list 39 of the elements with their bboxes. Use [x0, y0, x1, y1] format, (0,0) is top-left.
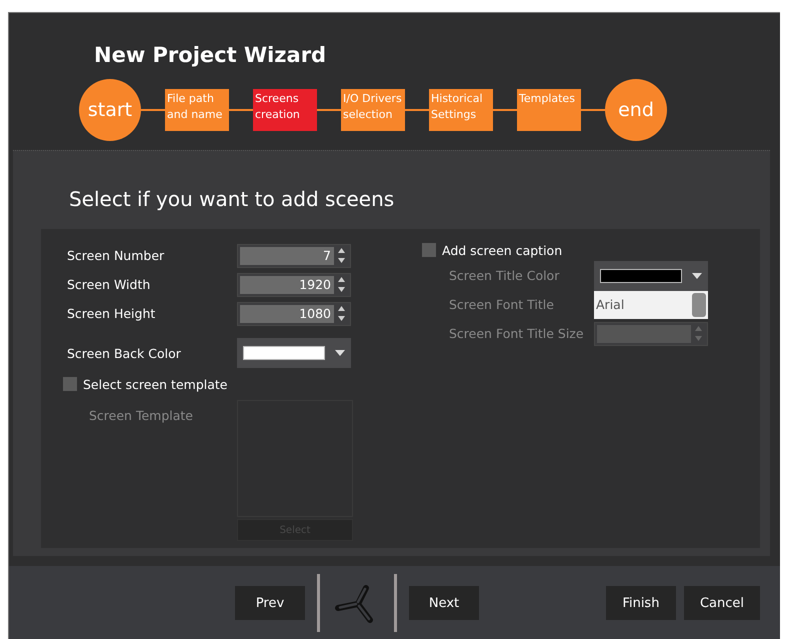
- number-spinner[interactable]: 1920: [237, 272, 351, 296]
- checkbox[interactable]: [422, 243, 436, 257]
- down-arrow-icon[interactable]: [338, 258, 344, 263]
- field-label: Screen Title Color: [449, 268, 560, 283]
- window-title: New Project Wizard: [94, 43, 328, 67]
- checkbox-label: Select screen template: [83, 376, 228, 392]
- nav-button[interactable]: Finish: [606, 586, 676, 620]
- up-arrow-icon[interactable]: [338, 248, 344, 253]
- color-dropdown[interactable]: [237, 338, 351, 368]
- wizard-step: Screens creation: [253, 89, 317, 131]
- dropdown-arrow-icon: [335, 350, 345, 356]
- up-arrow-icon[interactable]: [338, 306, 344, 311]
- field-label: Screen Number: [67, 248, 166, 263]
- nav-button[interactable]: Cancel: [684, 586, 760, 620]
- number-spinner[interactable]: 7: [237, 244, 351, 268]
- scroll-thumb[interactable]: [692, 292, 706, 316]
- color-dropdown[interactable]: [594, 260, 708, 290]
- wizard-step: start: [79, 79, 141, 141]
- wizard-step: I/O Drivers selection: [341, 89, 405, 131]
- wizard-step: end: [605, 79, 667, 141]
- dropdown-arrow-icon: [692, 272, 702, 278]
- field-label: Screen Height: [67, 306, 156, 321]
- field-label: Screen Font Title: [449, 297, 555, 312]
- field-label: Screen Font Title Size: [449, 326, 585, 341]
- down-arrow-icon[interactable]: [338, 316, 344, 321]
- field-label: Screen Back Color: [67, 346, 182, 360]
- field-label: Screen Template: [88, 408, 194, 425]
- wizard-step: Templates: [517, 89, 581, 131]
- nav-button[interactable]: Prev: [235, 586, 305, 620]
- section-heading: Select if you want to add sceens: [69, 187, 396, 211]
- number-spinner[interactable]: 1080: [237, 302, 351, 326]
- nav-button[interactable]: Next: [409, 586, 479, 620]
- checkbox-label: Add screen caption: [442, 242, 564, 258]
- checkbox[interactable]: [63, 377, 77, 391]
- down-arrow-icon[interactable]: [338, 287, 344, 292]
- wizard-step: Historical Settings: [429, 89, 493, 131]
- wizard-step: File path and name: [165, 89, 229, 131]
- up-arrow-icon[interactable]: [338, 277, 344, 282]
- field-label: Screen Width: [67, 277, 152, 292]
